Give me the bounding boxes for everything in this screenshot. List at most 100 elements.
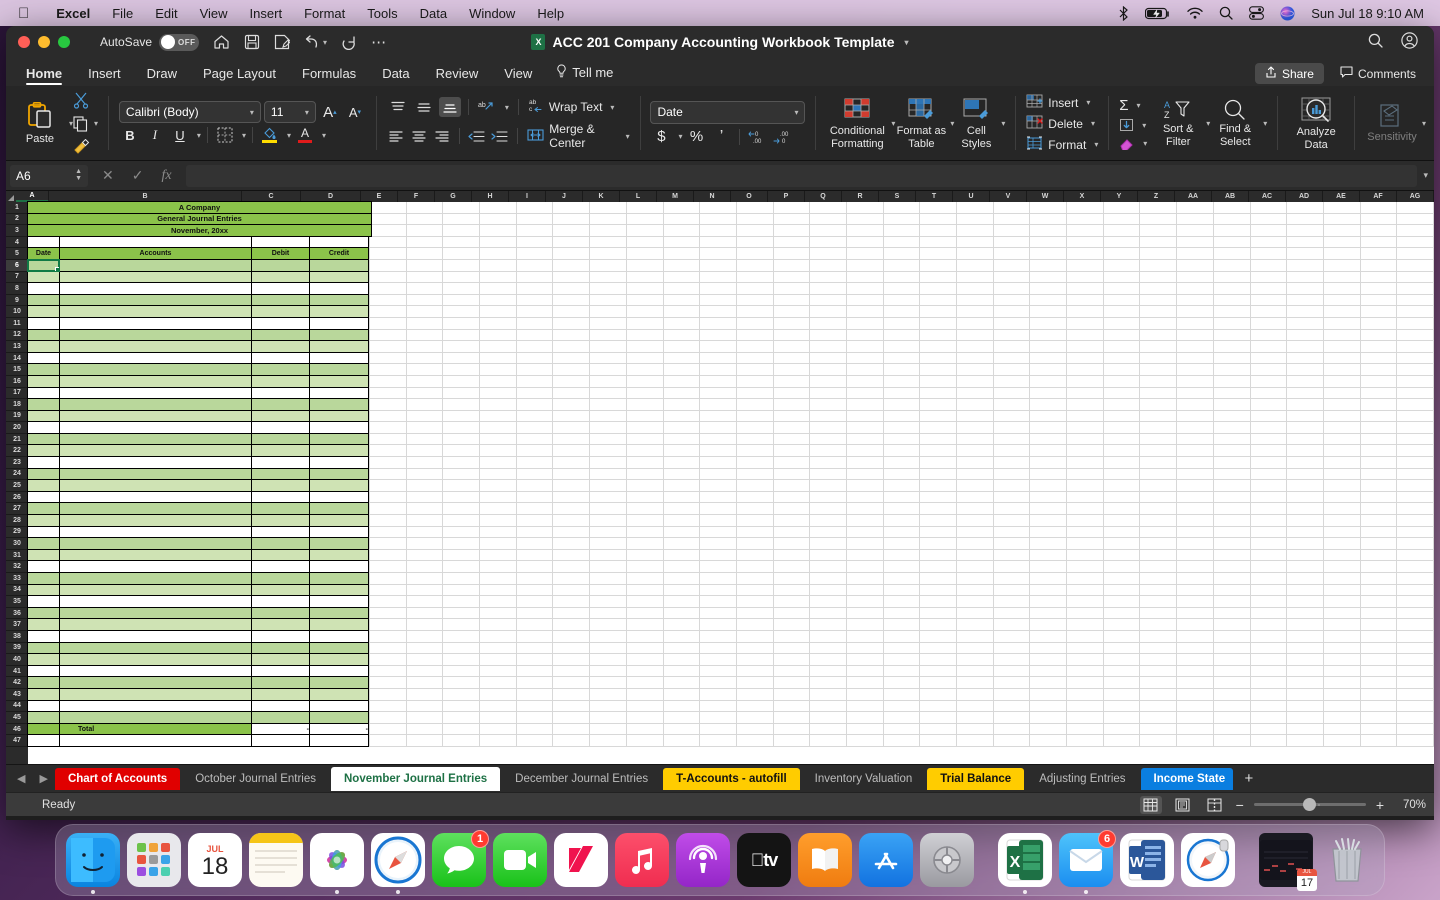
grid-cell-V35[interactable] (994, 596, 1031, 607)
grid-cell-AD17[interactable] (1287, 388, 1324, 399)
grid-cell-AA27[interactable] (1177, 503, 1214, 514)
grid-cell-X2[interactable] (1067, 214, 1104, 225)
grid-cell-M46[interactable] (664, 724, 701, 735)
comma-style-icon[interactable]: ’ (710, 127, 732, 147)
grid-cell-H6[interactable] (480, 260, 517, 271)
grid-cell-AF10[interactable] (1361, 306, 1398, 317)
grid-cell-N41[interactable] (700, 666, 737, 677)
grid-cell-AC15[interactable] (1251, 364, 1288, 375)
row-header-19[interactable]: 19 (6, 411, 28, 423)
grid-cell-G47[interactable] (443, 735, 480, 746)
grid-cell-AG35[interactable] (1397, 596, 1434, 607)
align-center-button[interactable] (410, 126, 429, 146)
menu-item-tools[interactable]: Tools (356, 6, 408, 21)
grid-cell-AG10[interactable] (1397, 306, 1434, 317)
grid-cell-E7[interactable] (370, 272, 407, 283)
grid-cell-Z17[interactable] (1140, 388, 1177, 399)
grid-cell-Y39[interactable] (1104, 643, 1141, 654)
grid-cell-AD8[interactable] (1287, 283, 1324, 294)
grid-cell-P26[interactable] (774, 492, 811, 503)
grid-cell-J33[interactable] (553, 573, 590, 584)
grid-cell-V30[interactable] (994, 538, 1031, 549)
grid-cell-AE12[interactable] (1324, 330, 1361, 341)
grid-cell-M35[interactable] (664, 596, 701, 607)
grid-cell-O2[interactable] (737, 214, 774, 225)
grid-cell-AC22[interactable] (1251, 445, 1288, 456)
grid-cell-J17[interactable] (553, 388, 590, 399)
grid-cell-K30[interactable] (590, 538, 627, 549)
grid-cell-AA21[interactable] (1177, 434, 1214, 445)
grid-cell-V41[interactable] (994, 666, 1031, 677)
grid-cell-G11[interactable] (443, 318, 480, 329)
grid-cell-K44[interactable] (590, 701, 627, 712)
grid-cell-Q11[interactable] (810, 318, 847, 329)
grid-cell-F44[interactable] (407, 701, 444, 712)
grid-cell-L13[interactable] (627, 341, 664, 352)
grid-cell-K27[interactable] (590, 503, 627, 514)
grid-cell-E47[interactable] (370, 735, 407, 746)
grid-cell-Y9[interactable] (1104, 295, 1141, 306)
grid-cell-H9[interactable] (480, 295, 517, 306)
minimize-window-button[interactable] (38, 36, 50, 48)
grid-cell-AB38[interactable] (1214, 631, 1251, 642)
grid-cell-O42[interactable] (737, 677, 774, 688)
grid-cell-H28[interactable] (480, 515, 517, 526)
photos-icon[interactable] (310, 833, 364, 887)
grid-cell-AA32[interactable] (1177, 561, 1214, 572)
grid-cell-X29[interactable] (1067, 527, 1104, 538)
grid-cell-X1[interactable] (1067, 202, 1104, 213)
grid-cell-K4[interactable] (590, 237, 627, 248)
grid-cell-P46[interactable] (774, 724, 811, 735)
grid-cell-Y8[interactable] (1104, 283, 1141, 294)
grid-cell-K31[interactable] (590, 550, 627, 561)
grid-cell-Q2[interactable] (810, 214, 847, 225)
grid-cell-AD28[interactable] (1287, 515, 1324, 526)
grid-cell-U28[interactable] (957, 515, 994, 526)
grid-cell-Z36[interactable] (1140, 608, 1177, 619)
grid-cell-AA4[interactable] (1177, 237, 1214, 248)
grid-cell-X16[interactable] (1067, 376, 1104, 387)
grid-cell-N35[interactable] (700, 596, 737, 607)
grid-cell-R5[interactable] (847, 248, 884, 259)
grid-cell-L32[interactable] (627, 561, 664, 572)
currency-chevron-down-icon[interactable]: ▾ (678, 132, 682, 141)
grid-cell-L26[interactable] (627, 492, 664, 503)
grid-cell-U22[interactable] (957, 445, 994, 456)
grid-cell-AA43[interactable] (1177, 689, 1214, 700)
grid-cell-R30[interactable] (847, 538, 884, 549)
grid-cell-AE10[interactable] (1324, 306, 1361, 317)
grid-cell-AA10[interactable] (1177, 306, 1214, 317)
grid-cell-G35[interactable] (443, 596, 480, 607)
grid-cell-AA34[interactable] (1177, 585, 1214, 596)
grid-cell-AE17[interactable] (1324, 388, 1361, 399)
grid-cell-L29[interactable] (627, 527, 664, 538)
grid-cell-X47[interactable] (1067, 735, 1104, 746)
grid-cell-E1[interactable] (370, 202, 407, 213)
finder-icon[interactable] (66, 833, 120, 887)
grid-cell-AE45[interactable] (1324, 712, 1361, 723)
grid-cell-AC17[interactable] (1251, 388, 1288, 399)
account-icon[interactable] (1401, 32, 1418, 53)
grid-cell-J28[interactable] (553, 515, 590, 526)
grid-cell-Z29[interactable] (1140, 527, 1177, 538)
grid-cell-V1[interactable] (994, 202, 1031, 213)
grid-cell-AC21[interactable] (1251, 434, 1288, 445)
grid-cell-H41[interactable] (480, 666, 517, 677)
grid-cell-S36[interactable] (884, 608, 921, 619)
grid-cell-AE38[interactable] (1324, 631, 1361, 642)
home-icon[interactable] (213, 34, 230, 50)
grid-cell-E40[interactable] (370, 654, 407, 665)
row-header-27[interactable]: 27 (6, 503, 28, 515)
increase-indent-icon[interactable] (489, 126, 508, 146)
grid-cell-U29[interactable] (957, 527, 994, 538)
grid-cell-O38[interactable] (737, 631, 774, 642)
autosave-control[interactable]: AutoSave OFF (100, 34, 199, 51)
grid-cell-AG1[interactable] (1397, 202, 1434, 213)
grid-cell-V47[interactable] (994, 735, 1031, 746)
grid-cell-U21[interactable] (957, 434, 994, 445)
grid-cell-Z21[interactable] (1140, 434, 1177, 445)
grid-cell-O23[interactable] (737, 457, 774, 468)
grid-cell-T21[interactable] (920, 434, 957, 445)
grid-cell-O21[interactable] (737, 434, 774, 445)
grid-cell-AD22[interactable] (1287, 445, 1324, 456)
